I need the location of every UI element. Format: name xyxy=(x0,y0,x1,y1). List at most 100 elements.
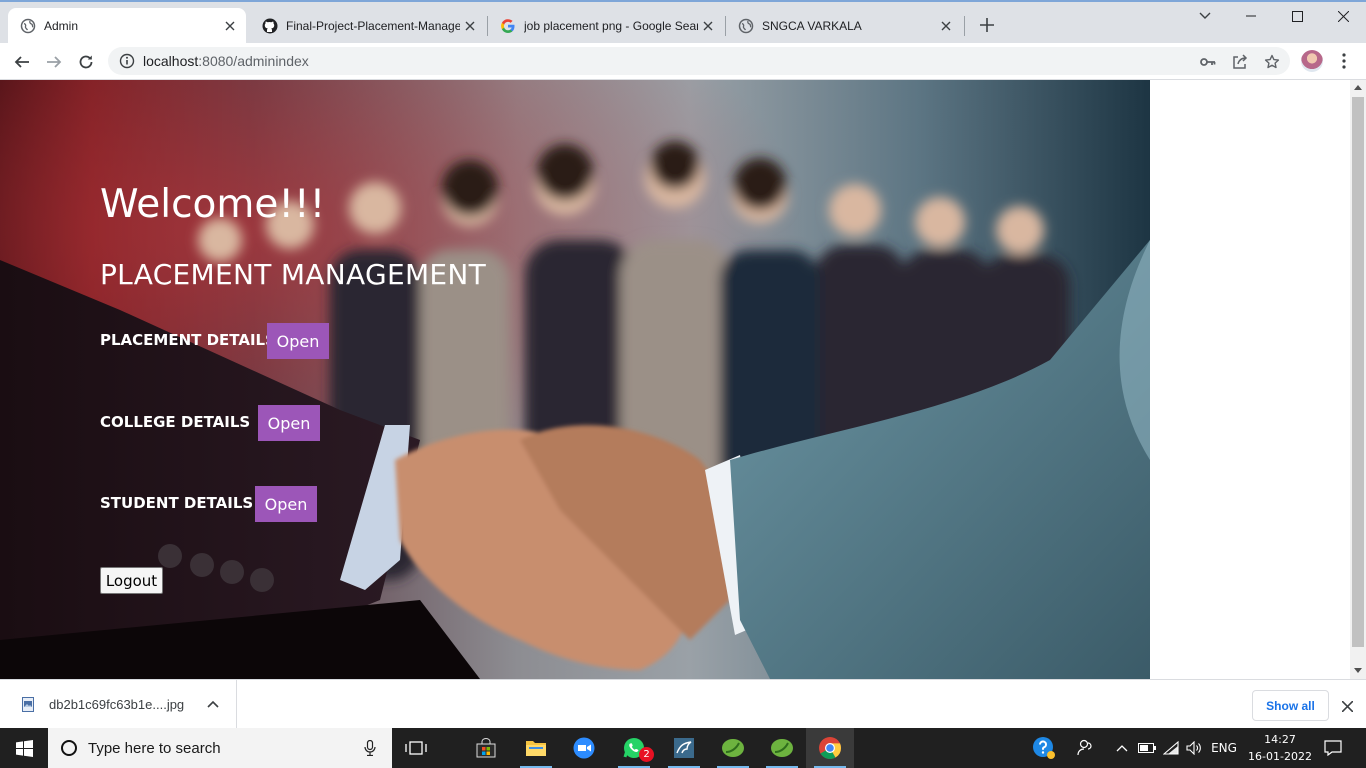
task-view-button[interactable] xyxy=(392,728,440,768)
battery-tray-button[interactable] xyxy=(1136,728,1158,768)
close-icon xyxy=(1341,700,1353,712)
zoom-button[interactable] xyxy=(560,728,608,768)
clock-time: 14:27 xyxy=(1264,733,1296,746)
new-tab-button[interactable] xyxy=(976,14,998,36)
open-college-details-button[interactable]: Open xyxy=(258,405,320,441)
close-tab-icon[interactable] xyxy=(936,16,956,36)
chrome-menu-button[interactable] xyxy=(1334,51,1354,71)
reload-icon xyxy=(79,55,93,69)
chevron-up-icon xyxy=(1116,745,1128,752)
page-scrollbar[interactable] xyxy=(1350,80,1366,679)
google-icon xyxy=(501,18,515,33)
minimize-button[interactable] xyxy=(1228,4,1274,28)
windows-logo-icon xyxy=(15,739,33,757)
close-window-button[interactable] xyxy=(1320,4,1366,28)
close-tab-icon[interactable] xyxy=(460,16,480,36)
volume-tray-button[interactable] xyxy=(1184,728,1204,768)
show-hidden-icons-button[interactable] xyxy=(1112,728,1132,768)
github-icon xyxy=(262,18,278,33)
search-placeholder: Type here to search xyxy=(88,739,221,757)
profile-avatar[interactable] xyxy=(1301,50,1323,72)
scrollbar-thumb[interactable] xyxy=(1352,97,1364,647)
close-download-shelf-button[interactable] xyxy=(1338,697,1356,715)
key-icon xyxy=(1200,58,1216,66)
handshake-background-image xyxy=(0,80,1150,679)
download-item[interactable]: db2b1c69fc63b1e....jpg xyxy=(0,680,237,728)
plus-icon xyxy=(980,18,994,32)
minimize-icon xyxy=(1246,15,1256,17)
scroll-down-icon[interactable] xyxy=(1354,668,1362,673)
reload-button[interactable] xyxy=(73,49,99,75)
microsoft-store-button[interactable] xyxy=(462,728,510,768)
hero-banner: Welcome!!! PLACEMENT MANAGEMENT PLACEMEN… xyxy=(0,80,1150,679)
taskbar-clock[interactable]: 14:27 16-01-2022 xyxy=(1248,731,1312,765)
whatsapp-button[interactable]: 2 xyxy=(610,728,658,768)
show-all-downloads-button[interactable]: Show all xyxy=(1252,690,1329,721)
open-placement-details-button[interactable]: Open xyxy=(267,323,329,359)
store-icon xyxy=(476,738,496,758)
page-viewport: Welcome!!! PLACEMENT MANAGEMENT PLACEMEN… xyxy=(0,80,1366,679)
mysql-workbench-icon xyxy=(674,738,694,758)
help-tray-button[interactable] xyxy=(1030,728,1058,768)
image-file-icon xyxy=(22,696,34,712)
bookmark-button[interactable] xyxy=(1262,52,1282,72)
back-button[interactable] xyxy=(9,49,35,75)
maximize-button[interactable] xyxy=(1274,4,1320,28)
page-title: PLACEMENT MANAGEMENT xyxy=(100,258,487,291)
windows-taskbar: Type here to search 2 ENG 14:27 16-01-20… xyxy=(0,728,1366,768)
globe-icon xyxy=(738,18,754,33)
tab-strip: Admin Final-Project-Placement-Manage job… xyxy=(0,0,1366,43)
tab-google-search[interactable]: job placement png - Google Sear xyxy=(488,8,724,43)
network-tray-button[interactable] xyxy=(1160,728,1182,768)
forward-button[interactable] xyxy=(41,49,67,75)
passwords-button[interactable] xyxy=(1198,52,1218,72)
tab-admin[interactable]: Admin xyxy=(8,8,246,43)
task-view-icon xyxy=(405,741,427,755)
start-button[interactable] xyxy=(0,728,48,768)
arrow-right-icon xyxy=(47,56,62,68)
language-indicator[interactable]: ENG xyxy=(1208,728,1240,768)
folder-icon xyxy=(526,741,546,756)
notification-center-button[interactable] xyxy=(1318,728,1348,768)
scroll-up-icon[interactable] xyxy=(1354,85,1362,90)
url-path: :8080/adminindex xyxy=(198,53,309,69)
url-text: localhost:8080/adminindex xyxy=(143,53,309,69)
info-icon[interactable] xyxy=(119,53,135,69)
globe-icon xyxy=(20,18,36,33)
people-tray-button[interactable] xyxy=(1074,728,1098,768)
chrome-button[interactable] xyxy=(806,728,854,768)
close-tab-icon[interactable] xyxy=(220,16,240,36)
wifi-icon xyxy=(1163,741,1179,755)
tab-search-button[interactable] xyxy=(1182,4,1228,28)
close-icon xyxy=(1337,10,1349,22)
taskbar-search-box[interactable]: Type here to search xyxy=(48,728,392,768)
url-host: localhost xyxy=(143,53,199,69)
share-button[interactable] xyxy=(1230,52,1250,72)
maximize-icon xyxy=(1291,10,1303,22)
spring-leaf-icon xyxy=(722,739,744,757)
microphone-icon[interactable] xyxy=(364,740,376,756)
logout-button[interactable]: Logout xyxy=(100,567,163,594)
more-vertical-icon xyxy=(1342,53,1346,69)
spring-tool-suite-button[interactable] xyxy=(709,728,757,768)
student-details-label: STUDENT DETAILS xyxy=(100,494,254,512)
tab-title: Final-Project-Placement-Manage xyxy=(286,18,460,33)
close-tab-icon[interactable] xyxy=(698,16,718,36)
spring-tool-suite-button-2[interactable] xyxy=(758,728,806,768)
placement-details-label: PLACEMENT DETAILS xyxy=(100,331,276,349)
chevron-up-icon[interactable] xyxy=(206,697,220,711)
browser-toolbar: localhost:8080/adminindex xyxy=(0,43,1366,80)
tab-title: job placement png - Google Sear xyxy=(524,18,698,33)
tab-sngca[interactable]: SNGCA VARKALA xyxy=(726,8,962,43)
tab-github-project[interactable]: Final-Project-Placement-Manage xyxy=(250,8,486,43)
mysql-workbench-button[interactable] xyxy=(660,728,708,768)
clock-date: 16-01-2022 xyxy=(1248,750,1312,763)
language-text: ENG xyxy=(1211,741,1237,755)
download-shelf: db2b1c69fc63b1e....jpg Show all xyxy=(0,679,1366,728)
open-student-details-button[interactable]: Open xyxy=(255,486,317,522)
file-explorer-button[interactable] xyxy=(512,728,560,768)
search-icon xyxy=(61,740,77,756)
address-bar[interactable]: localhost:8080/adminindex xyxy=(108,47,1290,75)
spring-leaf-icon xyxy=(771,739,793,757)
star-icon xyxy=(1264,54,1280,69)
